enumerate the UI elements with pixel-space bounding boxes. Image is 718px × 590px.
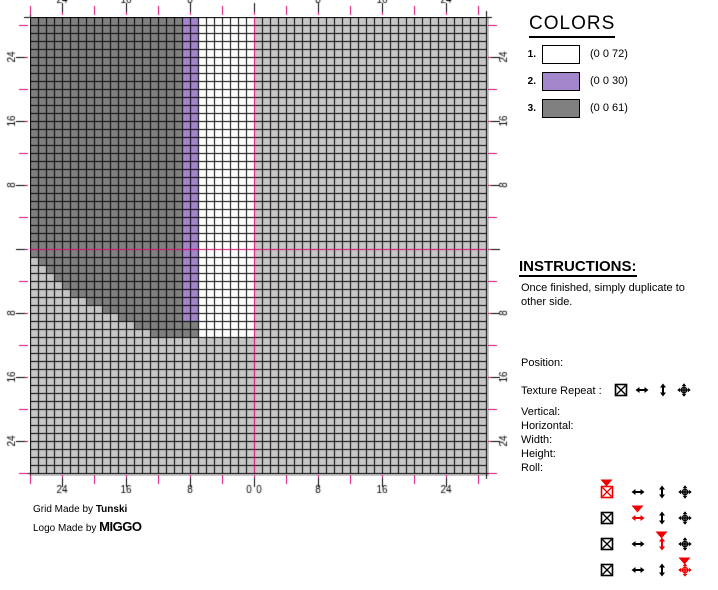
no-repeat-icon[interactable]: [614, 383, 628, 397]
selection-pointer-icon: [655, 526, 668, 539]
repeat-horizontal-icon[interactable]: [631, 485, 645, 499]
repeat-both-icon[interactable]: [678, 537, 692, 551]
instructions-body: Once finished, simply duplicate to other…: [521, 282, 685, 308]
selection-pointer-icon: [678, 552, 691, 565]
credit-logo: Logo Made by MIGGO: [33, 518, 142, 537]
credit-logo-author: MIGGO: [99, 519, 142, 534]
credit-grid: Grid Made by Tunski: [33, 501, 141, 518]
field-label-height: Height:: [521, 448, 556, 460]
repeat-vertical-icon[interactable]: [655, 511, 669, 525]
pattern-editor-page: COLORS 1. (0 0 72) 2. (0 0 30) 3. (0 0 6…: [0, 0, 718, 590]
repeat-horizontal-icon[interactable]: [631, 537, 645, 551]
color-swatch-2[interactable]: [542, 72, 580, 91]
credit-grid-prefix: Grid Made by: [33, 504, 96, 515]
texture-repeat-option-row[interactable]: [600, 504, 692, 530]
color-legend-row-2[interactable]: 2. (0 0 30): [522, 72, 712, 94]
texture-repeat-option-row[interactable]: [600, 556, 692, 582]
color-legend-row-1[interactable]: 1. (0 0 72): [522, 45, 712, 67]
no-repeat-icon[interactable]: [600, 485, 614, 499]
color-swatch-3[interactable]: [542, 99, 580, 118]
no-repeat-icon[interactable]: [600, 511, 614, 525]
no-repeat-icon[interactable]: [600, 563, 614, 577]
no-repeat-icon[interactable]: [600, 537, 614, 551]
selection-pointer-icon: [631, 500, 644, 513]
field-label-roll: Roll:: [521, 462, 544, 474]
repeat-vertical-icon[interactable]: [655, 563, 669, 577]
repeat-both-icon[interactable]: [678, 511, 692, 525]
color-legend-index-1: 1.: [527, 49, 536, 60]
repeat-vertical-icon[interactable]: [655, 485, 669, 499]
color-legend-index-2: 2.: [527, 76, 536, 87]
pattern-grid[interactable]: [30, 17, 489, 476]
texture-repeat-label: Texture Repeat :: [521, 385, 602, 397]
color-code-2: (0 0 30): [590, 75, 628, 87]
repeat-horizontal-icon[interactable]: [631, 563, 645, 577]
field-label-width: Width:: [521, 434, 553, 446]
color-swatch-1[interactable]: [542, 45, 580, 64]
repeat-horizontal-icon[interactable]: [635, 383, 649, 397]
texture-repeat-options-matrix[interactable]: [600, 478, 692, 586]
color-legend-index-3: 3.: [527, 103, 536, 114]
color-legend-row-3[interactable]: 3. (0 0 61): [522, 99, 712, 121]
field-label-vertical: Vertical:: [521, 406, 561, 418]
field-label-horizontal: Horizontal:: [521, 420, 574, 432]
repeat-vertical-icon[interactable]: [656, 383, 670, 397]
repeat-horizontal-icon[interactable]: [631, 511, 645, 525]
repeat-both-icon[interactable]: [678, 485, 692, 499]
texture-repeat-option-row[interactable]: [600, 478, 692, 504]
pattern-grid-canvas[interactable]: [30, 17, 489, 476]
repeat-both-icon[interactable]: [677, 383, 691, 397]
credit-logo-prefix: Logo Made by: [33, 523, 100, 534]
instructions-title: INSTRUCTIONS:: [519, 258, 637, 277]
credits: Grid Made by Tunski Logo Made by MIGGO: [33, 501, 142, 537]
credit-grid-author: Tunski: [95, 504, 128, 515]
repeat-both-icon[interactable]: [678, 563, 692, 577]
color-code-1: (0 0 72): [590, 48, 628, 60]
position-label: Position:: [521, 357, 564, 369]
repeat-vertical-icon[interactable]: [655, 537, 669, 551]
selection-pointer-icon: [600, 474, 613, 487]
color-code-3: (0 0 61): [590, 102, 628, 114]
colors-panel-title: COLORS: [529, 13, 616, 38]
